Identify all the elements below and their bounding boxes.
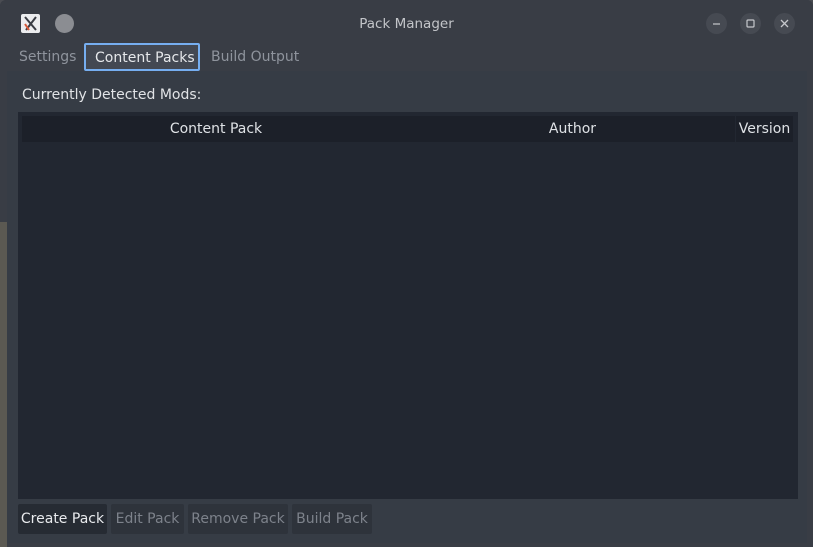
maximize-button[interactable] xyxy=(740,13,761,34)
close-button[interactable] xyxy=(774,13,795,34)
window-title: Pack Manager xyxy=(359,16,454,32)
title-bar[interactable]: Pack Manager xyxy=(0,0,813,44)
column-header-version[interactable]: Version xyxy=(736,116,793,142)
create-pack-button[interactable]: Create Pack xyxy=(18,504,107,534)
mods-table[interactable]: Content Pack Author Version xyxy=(18,112,798,499)
column-header-content-pack[interactable]: Content Pack xyxy=(22,116,410,142)
minimize-button[interactable] xyxy=(706,13,727,34)
section-label: Currently Detected Mods: xyxy=(22,87,202,103)
content-packs-panel: Currently Detected Mods: Content Pack Au… xyxy=(7,71,807,543)
table-header: Content Pack Author Version xyxy=(22,116,793,142)
minimize-icon xyxy=(713,23,720,25)
pack-manager-window: Pack Manager Settings Content Packs Buil… xyxy=(0,0,813,547)
tab-content-packs[interactable]: Content Packs xyxy=(84,43,200,71)
maximize-icon xyxy=(746,19,755,28)
column-header-author[interactable]: Author xyxy=(410,116,735,142)
tab-settings[interactable]: Settings xyxy=(14,44,81,70)
tab-bar: Settings Content Packs Build Output xyxy=(7,42,807,71)
tab-build-output[interactable]: Build Output xyxy=(206,44,304,70)
background-strip xyxy=(0,222,7,547)
edit-pack-button[interactable]: Edit Pack xyxy=(111,504,184,534)
close-icon xyxy=(780,19,789,28)
build-pack-button[interactable]: Build Pack xyxy=(292,504,372,534)
remove-pack-button[interactable]: Remove Pack xyxy=(188,504,288,534)
